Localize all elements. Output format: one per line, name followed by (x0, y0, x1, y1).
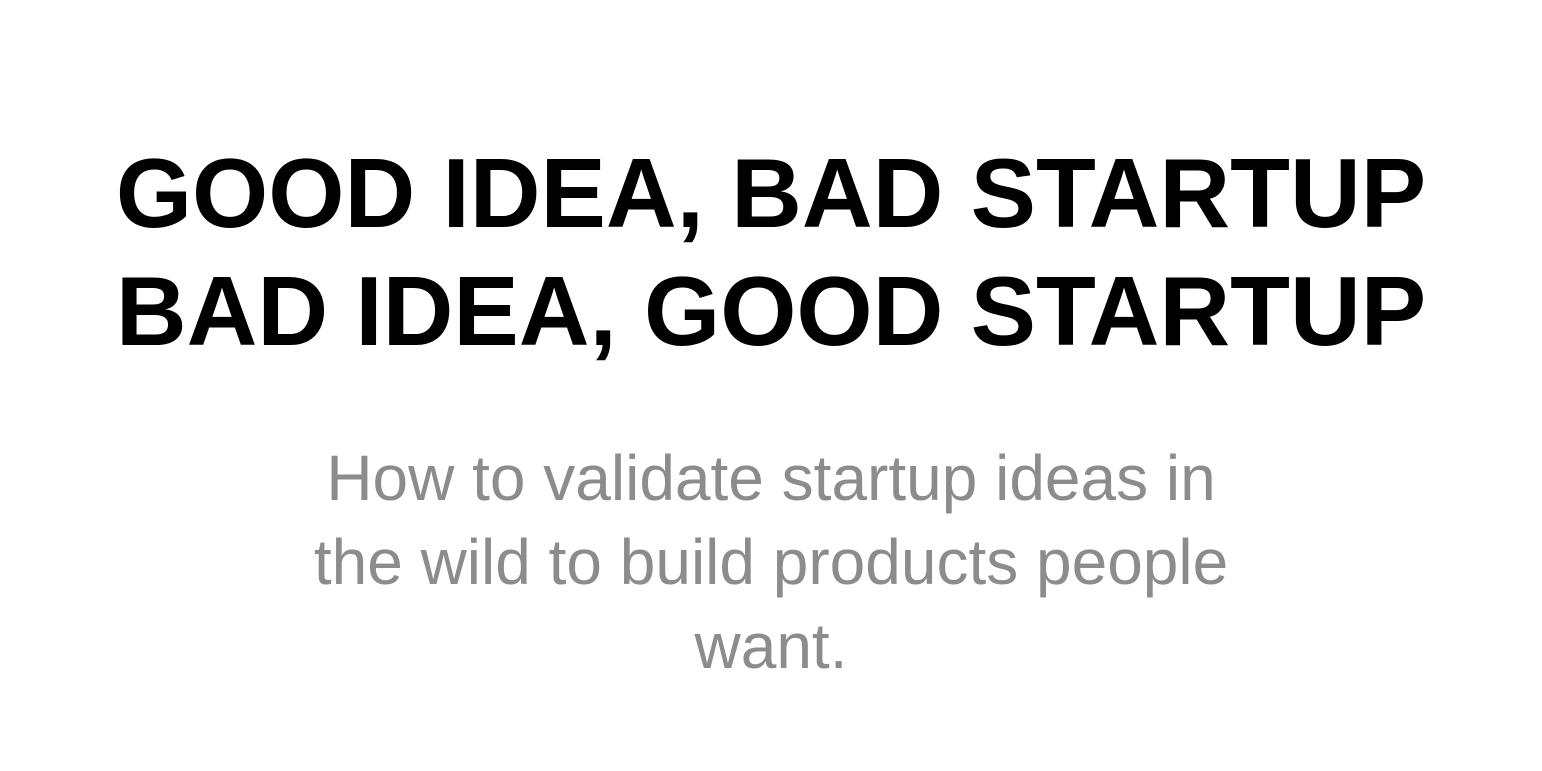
subtitle-line-2: the wild to build products people (313, 526, 1229, 598)
subtitle-line-1: How to validate startup ideas in (326, 442, 1216, 514)
title-line-1: GOOD IDEA, BAD STARTUP (115, 138, 1427, 248)
title-line-2: BAD IDEA, GOOD STARTUP (115, 256, 1427, 366)
slide: GOOD IDEA, BAD STARTUP BAD IDEA, GOOD ST… (0, 0, 1542, 771)
subtitle-line-3: want. (694, 610, 848, 682)
slide-subtitle: How to validate startup ideas in the wil… (250, 436, 1292, 688)
slide-title: GOOD IDEA, BAD STARTUP BAD IDEA, GOOD ST… (0, 134, 1542, 370)
